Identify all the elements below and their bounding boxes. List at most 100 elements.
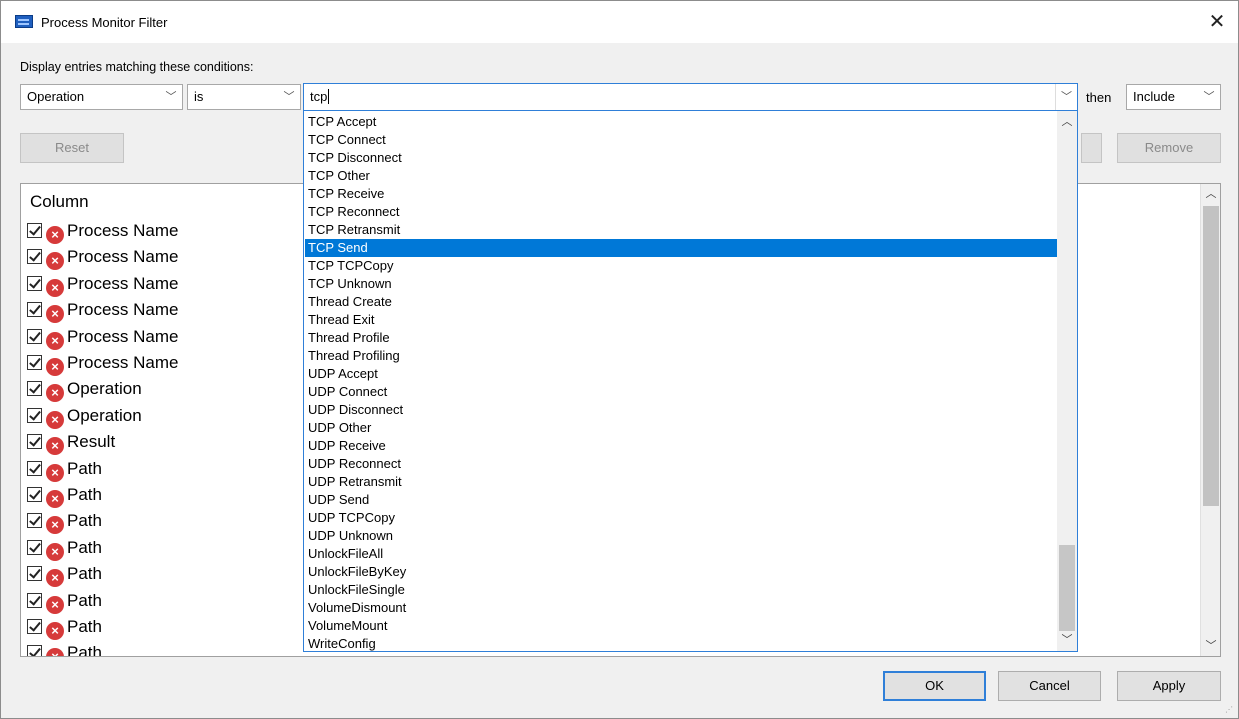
close-button[interactable]: ✕ xyxy=(1204,9,1230,35)
dropdown-option[interactable]: TCP Send xyxy=(305,239,1057,257)
table-row[interactable]: × Process Name xyxy=(27,297,178,324)
column-header[interactable]: Column xyxy=(30,192,89,212)
table-row[interactable]: × Operation xyxy=(27,376,142,403)
dropdown-option[interactable]: UDP Disconnect xyxy=(305,401,1057,419)
dropdown-scrollbar[interactable]: ︿ ﹀ xyxy=(1057,111,1077,651)
chevron-down-icon[interactable]: ﹀ xyxy=(1201,636,1220,656)
dropdown-scroll-thumb[interactable] xyxy=(1059,545,1075,631)
red-x-icon: × xyxy=(46,226,64,244)
table-row[interactable]: × Path xyxy=(27,588,102,614)
checkbox-checked-icon[interactable] xyxy=(27,434,42,450)
dropdown-option[interactable]: TCP Accept xyxy=(305,113,1057,131)
chevron-up-icon[interactable]: ︿ xyxy=(1057,113,1077,131)
table-row[interactable]: × Result xyxy=(27,429,115,456)
dropdown-option[interactable]: TCP Other xyxy=(305,167,1057,185)
column-select[interactable]: Operation ﹀ xyxy=(20,84,183,110)
checkbox-checked-icon[interactable] xyxy=(27,645,42,656)
dropdown-option[interactable]: UDP Send xyxy=(305,491,1057,509)
dropdown-option[interactable]: VolumeDismount xyxy=(305,599,1057,617)
dropdown-option[interactable]: UnlockFileAll xyxy=(305,545,1057,563)
dropdown-option[interactable]: UDP Connect xyxy=(305,383,1057,401)
dropdown-option[interactable]: UDP TCPCopy xyxy=(305,509,1057,527)
dropdown-option[interactable]: TCP Retransmit xyxy=(305,221,1057,239)
red-x-icon: × xyxy=(46,305,64,324)
dropdown-option[interactable]: Thread Profile xyxy=(305,329,1057,347)
red-x-icon: × xyxy=(46,490,64,508)
dropdown-option[interactable]: TCP Reconnect xyxy=(305,203,1057,221)
table-row[interactable]: × Path xyxy=(27,535,102,561)
then-label: then xyxy=(1086,90,1112,105)
dropdown-option[interactable]: Thread Exit xyxy=(305,311,1057,329)
checkbox-checked-icon[interactable] xyxy=(27,513,42,529)
dropdown-option[interactable]: UnlockFileByKey xyxy=(305,563,1057,581)
checkbox-checked-icon[interactable] xyxy=(27,487,42,502)
operation-dropdown-list[interactable]: TCP Accept TCP Connect TCP Disconnect TCP O… xyxy=(303,110,1078,652)
red-x-icon: × xyxy=(46,437,64,456)
row-column-label: Path xyxy=(67,617,102,636)
table-row[interactable]: × Process Name xyxy=(27,271,178,297)
dropdown-option[interactable]: TCP Unknown xyxy=(305,275,1057,293)
checkbox-checked-icon[interactable] xyxy=(27,381,42,397)
row-column-label: Process Name xyxy=(67,353,179,372)
dropdown-option[interactable]: Thread Create xyxy=(305,293,1057,311)
ok-button[interactable]: OK xyxy=(883,671,986,701)
table-row[interactable]: × Path xyxy=(27,640,102,657)
checkbox-checked-icon[interactable] xyxy=(27,592,42,608)
checkbox-checked-icon[interactable] xyxy=(27,460,42,476)
checkbox-checked-icon[interactable] xyxy=(27,619,42,634)
table-row[interactable]: × Path xyxy=(27,614,102,640)
dropdown-option[interactable]: UDP Unknown xyxy=(305,527,1057,545)
red-x-icon: × xyxy=(46,463,64,482)
dropdown-option[interactable]: TCP Receive xyxy=(305,185,1057,203)
apply-button[interactable]: Apply xyxy=(1117,671,1221,701)
checkbox-checked-icon[interactable] xyxy=(27,302,42,318)
add-button[interactable] xyxy=(1081,133,1102,163)
dropdown-option[interactable]: UDP Retransmit xyxy=(305,473,1057,491)
dropdown-option[interactable]: Thread Profiling xyxy=(305,347,1057,365)
cancel-button[interactable]: Cancel xyxy=(998,671,1101,701)
table-row[interactable]: × Process Name xyxy=(27,350,178,376)
checkbox-checked-icon[interactable] xyxy=(27,566,42,582)
table-row[interactable]: × Process Name xyxy=(27,324,178,350)
checkbox-checked-icon[interactable] xyxy=(27,407,42,423)
checkbox-checked-icon[interactable] xyxy=(27,275,42,291)
red-x-icon: × xyxy=(46,358,64,376)
chevron-down-icon[interactable]: ﹀ xyxy=(1057,631,1077,649)
filter-dialog: Process Monitor Filter ✕ Display entries… xyxy=(0,0,1239,719)
checkbox-checked-icon[interactable] xyxy=(27,249,42,265)
table-row[interactable]: × Process Name xyxy=(27,244,178,271)
dropdown-option[interactable]: TCP Connect xyxy=(305,131,1057,149)
table-row[interactable]: × Process Name xyxy=(27,218,178,244)
red-x-icon: × xyxy=(46,622,64,640)
remove-button[interactable]: Remove xyxy=(1117,133,1221,163)
dropdown-option[interactable]: UDP Other xyxy=(305,419,1057,437)
filter-list-scrollbar[interactable]: ︿ ﹀ xyxy=(1200,184,1220,656)
dropdown-option[interactable]: UDP Reconnect xyxy=(305,455,1057,473)
dropdown-option[interactable]: WriteConfig xyxy=(305,635,1057,651)
checkbox-checked-icon[interactable] xyxy=(27,328,42,344)
chevron-down-icon[interactable]: ﹀ xyxy=(1055,84,1077,110)
action-select[interactable]: Include ﹀ xyxy=(1126,84,1221,110)
value-combobox[interactable]: tcp ﹀ xyxy=(303,83,1078,111)
table-row[interactable]: × Path xyxy=(27,508,102,535)
relation-select[interactable]: is ﹀ xyxy=(187,84,301,110)
chevron-up-icon[interactable]: ︿ xyxy=(1201,184,1220,204)
checkbox-checked-icon[interactable] xyxy=(27,223,42,238)
table-row[interactable]: × Operation xyxy=(27,403,142,429)
table-row[interactable]: × Path xyxy=(27,482,102,508)
dropdown-option[interactable]: VolumeMount xyxy=(305,617,1057,635)
scroll-thumb[interactable] xyxy=(1203,206,1219,506)
dropdown-option[interactable]: TCP TCPCopy xyxy=(305,257,1057,275)
dropdown-option[interactable]: UDP Receive xyxy=(305,437,1057,455)
dropdown-option[interactable]: UnlockFileSingle xyxy=(305,581,1057,599)
table-row[interactable]: × Path xyxy=(27,561,102,588)
resize-grip-icon[interactable]: ⋰ xyxy=(1225,705,1235,715)
checkbox-checked-icon[interactable] xyxy=(27,355,42,370)
table-row[interactable]: × Path xyxy=(27,456,102,482)
reset-button[interactable]: Reset xyxy=(20,133,124,163)
checkbox-checked-icon[interactable] xyxy=(27,539,42,555)
chevron-down-icon: ﹀ xyxy=(283,91,295,103)
dropdown-option[interactable]: TCP Disconnect xyxy=(305,149,1057,167)
dropdown-option[interactable]: UDP Accept xyxy=(305,365,1057,383)
row-column-label: Path xyxy=(67,643,102,657)
